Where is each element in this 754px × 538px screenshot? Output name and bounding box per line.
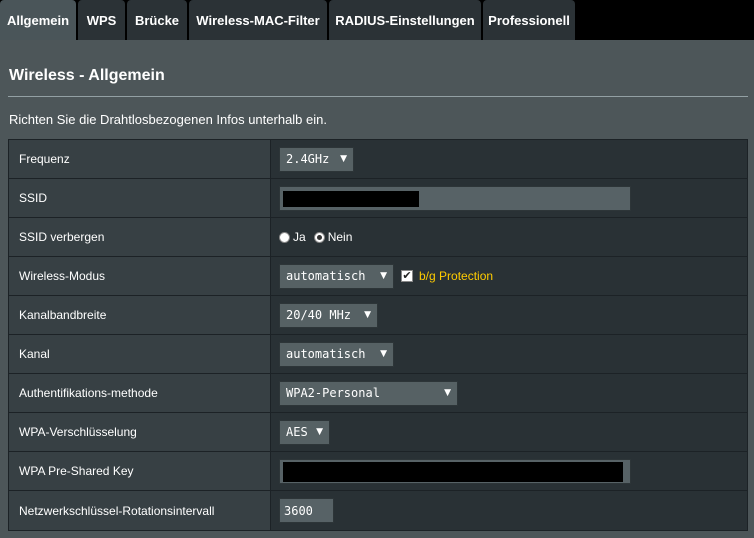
psk-field <box>271 452 747 490</box>
auth-method-select[interactable]: WPA2-Personal ▼ <box>279 380 458 406</box>
bandwidth-value: 20/40 MHz <box>286 308 352 322</box>
tab-label: WPS <box>86 12 117 28</box>
tab-wireless-mac-filter[interactable]: Wireless-MAC-Filter <box>189 0 327 40</box>
wireless-mode-value: automatisch <box>286 269 366 283</box>
wpa-encryption-value: AES <box>286 425 308 439</box>
ssid-field <box>271 179 747 217</box>
frequency-value: 2.4GHz <box>286 152 330 166</box>
rotation-interval-label: Netzwerkschlüssel-Rotationsintervall <box>9 491 271 530</box>
tab-professionell[interactable]: Professionell <box>483 0 575 40</box>
ssid-input[interactable] <box>279 185 631 211</box>
tab-bruecke[interactable]: Brücke <box>127 0 187 40</box>
main-panel: Wireless - Allgemein Richten Sie die Dra… <box>0 40 754 538</box>
auth-method-value: WPA2-Personal <box>286 386 380 400</box>
wireless-mode-label: Wireless-Modus <box>9 257 271 295</box>
tab-wps[interactable]: WPS <box>78 0 125 40</box>
rotation-interval-field: 3600 <box>271 491 747 530</box>
tab-bar: Allgemein WPS Brücke Wireless-MAC-Filter… <box>0 0 754 40</box>
check-icon: ✔ <box>402 269 412 282</box>
row-wpa-encryption: WPA-Verschlüsselung AES ▼ <box>9 413 747 452</box>
bandwidth-select[interactable]: 20/40 MHz ▼ <box>279 302 378 328</box>
chevron-down-icon: ▼ <box>380 271 387 281</box>
rotation-interval-input[interactable]: 3600 <box>279 498 334 523</box>
channel-select[interactable]: automatisch ▼ <box>279 341 394 367</box>
frequency-field: 2.4GHz ▼ <box>271 140 747 178</box>
auth-method-label: Authentifikations-methode <box>9 374 271 412</box>
settings-table: Frequenz 2.4GHz ▼ SSID SSID verbergen Ja… <box>8 139 748 531</box>
hide-ssid-yes-label: Ja <box>293 230 306 244</box>
wireless-mode-field: automatisch ▼ ✔ b/g Protection <box>271 257 747 295</box>
hide-ssid-no-label: Nein <box>327 230 353 244</box>
channel-value: automatisch <box>286 347 366 361</box>
chevron-down-icon: ▼ <box>316 427 323 437</box>
page-description: Richten Sie die Drahtlosbezogenen Infos … <box>9 112 327 127</box>
bandwidth-label: Kanalbandbreite <box>9 296 271 334</box>
bg-protection-label: b/g Protection <box>419 269 494 283</box>
tab-radius-einstellungen[interactable]: RADIUS-Einstellungen <box>329 0 481 40</box>
psk-redacted-value <box>283 461 623 482</box>
tab-label: Allgemein <box>6 12 70 28</box>
hide-ssid-radio-group: Ja Nein <box>279 230 360 244</box>
ssid-redacted-value <box>283 190 419 207</box>
row-channel: Kanal automatisch ▼ <box>9 335 747 374</box>
tab-label: RADIUS-Einstellungen <box>335 12 475 28</box>
hide-ssid-no-radio[interactable] <box>313 231 325 243</box>
row-ssid: SSID <box>9 179 747 218</box>
psk-input[interactable] <box>279 458 631 484</box>
bandwidth-field: 20/40 MHz ▼ <box>271 296 747 334</box>
wpa-encryption-select[interactable]: AES ▼ <box>279 419 330 445</box>
hide-ssid-label: SSID verbergen <box>9 218 271 256</box>
row-wireless-mode: Wireless-Modus automatisch ▼ ✔ b/g Prote… <box>9 257 747 296</box>
page-title: Wireless - Allgemein <box>9 67 165 84</box>
bg-protection-checkbox[interactable]: ✔ <box>401 270 413 282</box>
row-frequency: Frequenz 2.4GHz ▼ <box>9 140 747 179</box>
wireless-mode-select[interactable]: automatisch ▼ <box>279 263 394 289</box>
row-auth-method: Authentifikations-methode WPA2-Personal … <box>9 374 747 413</box>
row-rotation-interval: Netzwerkschlüssel-Rotationsintervall 360… <box>9 491 747 530</box>
chevron-down-icon: ▼ <box>340 154 347 164</box>
row-bandwidth: Kanalbandbreite 20/40 MHz ▼ <box>9 296 747 335</box>
auth-method-field: WPA2-Personal ▼ <box>271 374 747 412</box>
title-divider <box>8 96 748 97</box>
row-hide-ssid: SSID verbergen Ja Nein <box>9 218 747 257</box>
tab-allgemein[interactable]: Allgemein <box>0 0 76 40</box>
chevron-down-icon: ▼ <box>380 349 387 359</box>
wpa-encryption-label: WPA-Verschlüsselung <box>9 413 271 451</box>
ssid-label: SSID <box>9 179 271 217</box>
chevron-down-icon: ▼ <box>364 310 371 320</box>
tab-label: Wireless-MAC-Filter <box>196 12 320 28</box>
psk-label: WPA Pre-Shared Key <box>9 452 271 490</box>
tab-label: Brücke <box>134 12 180 28</box>
chevron-down-icon: ▼ <box>444 388 451 398</box>
frequency-label: Frequenz <box>9 140 271 178</box>
channel-field: automatisch ▼ <box>271 335 747 373</box>
row-psk: WPA Pre-Shared Key <box>9 452 747 491</box>
hide-ssid-field: Ja Nein <box>271 218 747 256</box>
wpa-encryption-field: AES ▼ <box>271 413 747 451</box>
frequency-select[interactable]: 2.4GHz ▼ <box>279 146 354 172</box>
channel-label: Kanal <box>9 335 271 373</box>
hide-ssid-yes-radio[interactable] <box>279 231 290 243</box>
tab-label: Professionell <box>488 12 570 28</box>
